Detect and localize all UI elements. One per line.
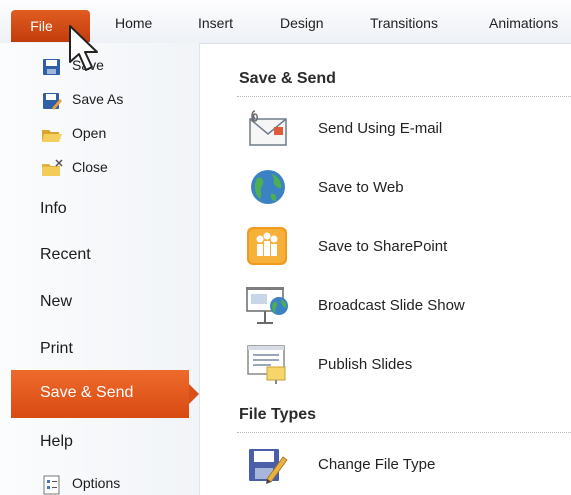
close-folder-icon <box>42 159 63 176</box>
change-file-type-icon <box>249 449 288 484</box>
save-icon <box>43 59 60 75</box>
sidebar-item-print[interactable]: Print <box>40 340 73 358</box>
option-send-using-email[interactable]: Send Using E-mail <box>245 105 571 155</box>
section-title-file-types: File Types <box>239 406 317 423</box>
section-divider <box>237 432 571 433</box>
tab-insert[interactable]: Insert <box>198 15 233 31</box>
tab-design[interactable]: Design <box>280 15 324 31</box>
globe-icon <box>251 170 285 204</box>
mouse-cursor-icon <box>69 25 98 71</box>
selection-notch <box>189 384 199 404</box>
option-publish-slides[interactable]: Publish Slides <box>245 341 571 391</box>
sidebar-item-label: Close <box>72 159 108 175</box>
sidebar-item-save-and-send[interactable]: Save & Send <box>11 370 199 418</box>
sidebar-item-label: Save & Send <box>40 384 134 401</box>
sidebar-item-recent[interactable]: Recent <box>40 246 91 264</box>
option-label: Change File Type <box>318 456 436 473</box>
sidebar-item-help[interactable]: Help <box>40 433 73 451</box>
section-title-save-send: Save & Send <box>239 70 336 87</box>
tab-home[interactable]: Home <box>115 15 152 31</box>
tab-transitions[interactable]: Transitions <box>370 15 438 31</box>
sharepoint-icon <box>247 227 287 265</box>
save-as-icon <box>43 93 62 110</box>
options-icon <box>43 475 60 495</box>
option-label: Publish Slides <box>318 356 413 373</box>
option-save-to-web[interactable]: Save to Web <box>245 164 571 214</box>
sidebar-item-info[interactable]: Info <box>40 200 67 218</box>
option-label: Send Using E-mail <box>318 120 443 137</box>
sidebar-item-label: Save As <box>72 91 124 107</box>
option-label: Save to Web <box>318 179 404 196</box>
tab-animations[interactable]: Animations <box>489 15 558 31</box>
open-folder-icon <box>42 130 62 142</box>
sidebar-item-label: Options <box>72 475 121 491</box>
broadcast-icon <box>246 287 288 324</box>
email-icon <box>249 110 287 146</box>
option-change-file-type[interactable]: Change File Type <box>245 441 571 491</box>
sidebar-item-label: Open <box>72 125 107 141</box>
option-save-to-sharepoint[interactable]: Save to SharePoint <box>245 223 571 273</box>
publish-slides-icon <box>247 345 286 384</box>
section-divider <box>237 96 571 97</box>
option-label: Broadcast Slide Show <box>318 297 465 314</box>
backstage-sidebar: Save Save As Open Close Info Recent New … <box>0 43 200 495</box>
option-broadcast-slide-show[interactable]: Broadcast Slide Show <box>245 282 571 332</box>
sidebar-item-new[interactable]: New <box>40 293 72 311</box>
option-label: Save to SharePoint <box>318 238 448 255</box>
